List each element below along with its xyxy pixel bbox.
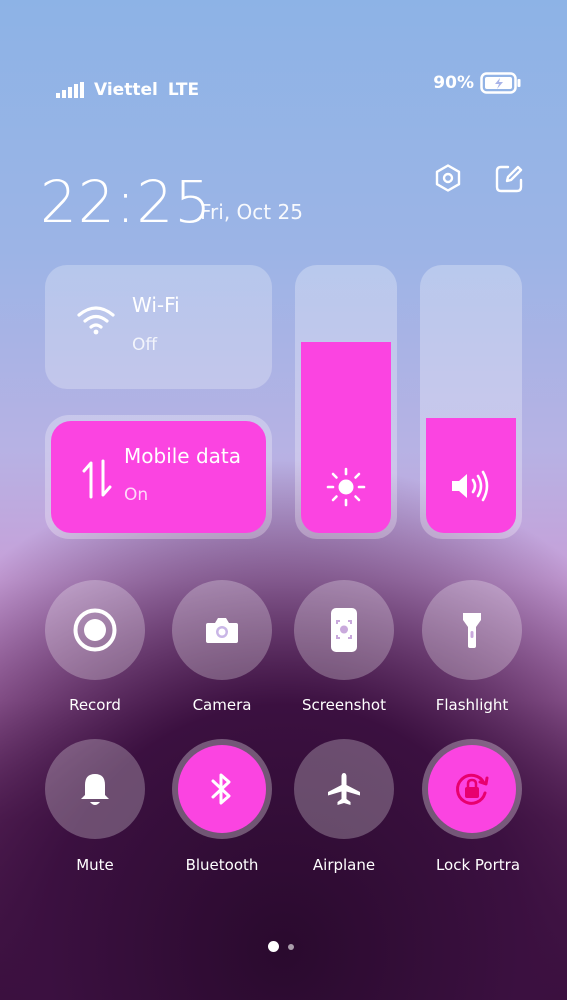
- wifi-title: Wi-Fi: [132, 293, 180, 317]
- mute-button[interactable]: [45, 739, 145, 839]
- screenshot-icon: [331, 608, 357, 652]
- mute-label: Mute: [76, 856, 114, 874]
- flashlight-button[interactable]: [422, 580, 522, 680]
- wifi-state: Off: [132, 335, 158, 355]
- brightness-slider[interactable]: [295, 265, 397, 539]
- status-bar-left: Viettel LTE: [56, 80, 199, 100]
- mobile-data-icon: [82, 459, 112, 499]
- bluetooth-icon: [211, 773, 231, 805]
- brightness-icon: [326, 467, 366, 507]
- bell-icon: [81, 774, 109, 805]
- airplane-button[interactable]: [294, 739, 394, 839]
- clock: 22:25: [40, 168, 213, 236]
- flashlight-label: Flashlight: [435, 696, 509, 714]
- bluetooth-button[interactable]: [172, 739, 272, 839]
- wifi-tile[interactable]: Wi-Fi Off: [45, 265, 272, 389]
- mobile-data-title: Mobile data: [124, 444, 242, 468]
- settings-icon: [435, 164, 461, 192]
- battery-icon: [480, 72, 521, 94]
- volume-icon: [452, 470, 489, 502]
- flashlight-icon: [463, 613, 481, 648]
- rotation-lock-button[interactable]: [422, 739, 522, 839]
- rotation-lock-button-active: [428, 745, 516, 833]
- mobile-data-tile-active: Mobile data On: [51, 421, 266, 533]
- camera-label: Camera: [192, 696, 252, 714]
- bluetooth-button-active: [178, 745, 266, 833]
- volume-slider[interactable]: [420, 265, 522, 539]
- camera-icon: [206, 618, 238, 643]
- rotation-lock-icon: [456, 773, 489, 805]
- page-dot-active: [268, 941, 279, 952]
- date: Fri, Oct 25: [200, 200, 303, 224]
- carrier-name: Viettel: [94, 80, 158, 100]
- battery-percent: 90%: [433, 73, 474, 93]
- airplane-icon: [328, 773, 360, 805]
- wifi-icon: [77, 306, 115, 335]
- bluetooth-label: Bluetooth: [185, 856, 259, 874]
- screenshot-label: Screenshot: [302, 696, 386, 714]
- camera-button[interactable]: [172, 580, 272, 680]
- status-bar-right: 90%: [433, 72, 522, 94]
- airplane-label: Airplane: [312, 856, 376, 874]
- record-icon: [73, 608, 117, 652]
- signal-icon: [56, 82, 84, 98]
- edit-icon: [495, 165, 523, 193]
- page-dot[interactable]: [288, 943, 294, 950]
- screenshot-button[interactable]: [294, 580, 394, 680]
- record-button[interactable]: [45, 580, 145, 680]
- settings-button[interactable]: [433, 163, 463, 197]
- mobile-data-tile[interactable]: Mobile data On: [45, 415, 272, 539]
- mobile-data-state: On: [124, 485, 149, 505]
- record-label: Record: [69, 696, 121, 714]
- network-type: LTE: [167, 80, 200, 100]
- edit-button[interactable]: [494, 164, 524, 198]
- rotation-lock-label: Lock Portra: [435, 856, 521, 874]
- page-indicator: [268, 941, 294, 952]
